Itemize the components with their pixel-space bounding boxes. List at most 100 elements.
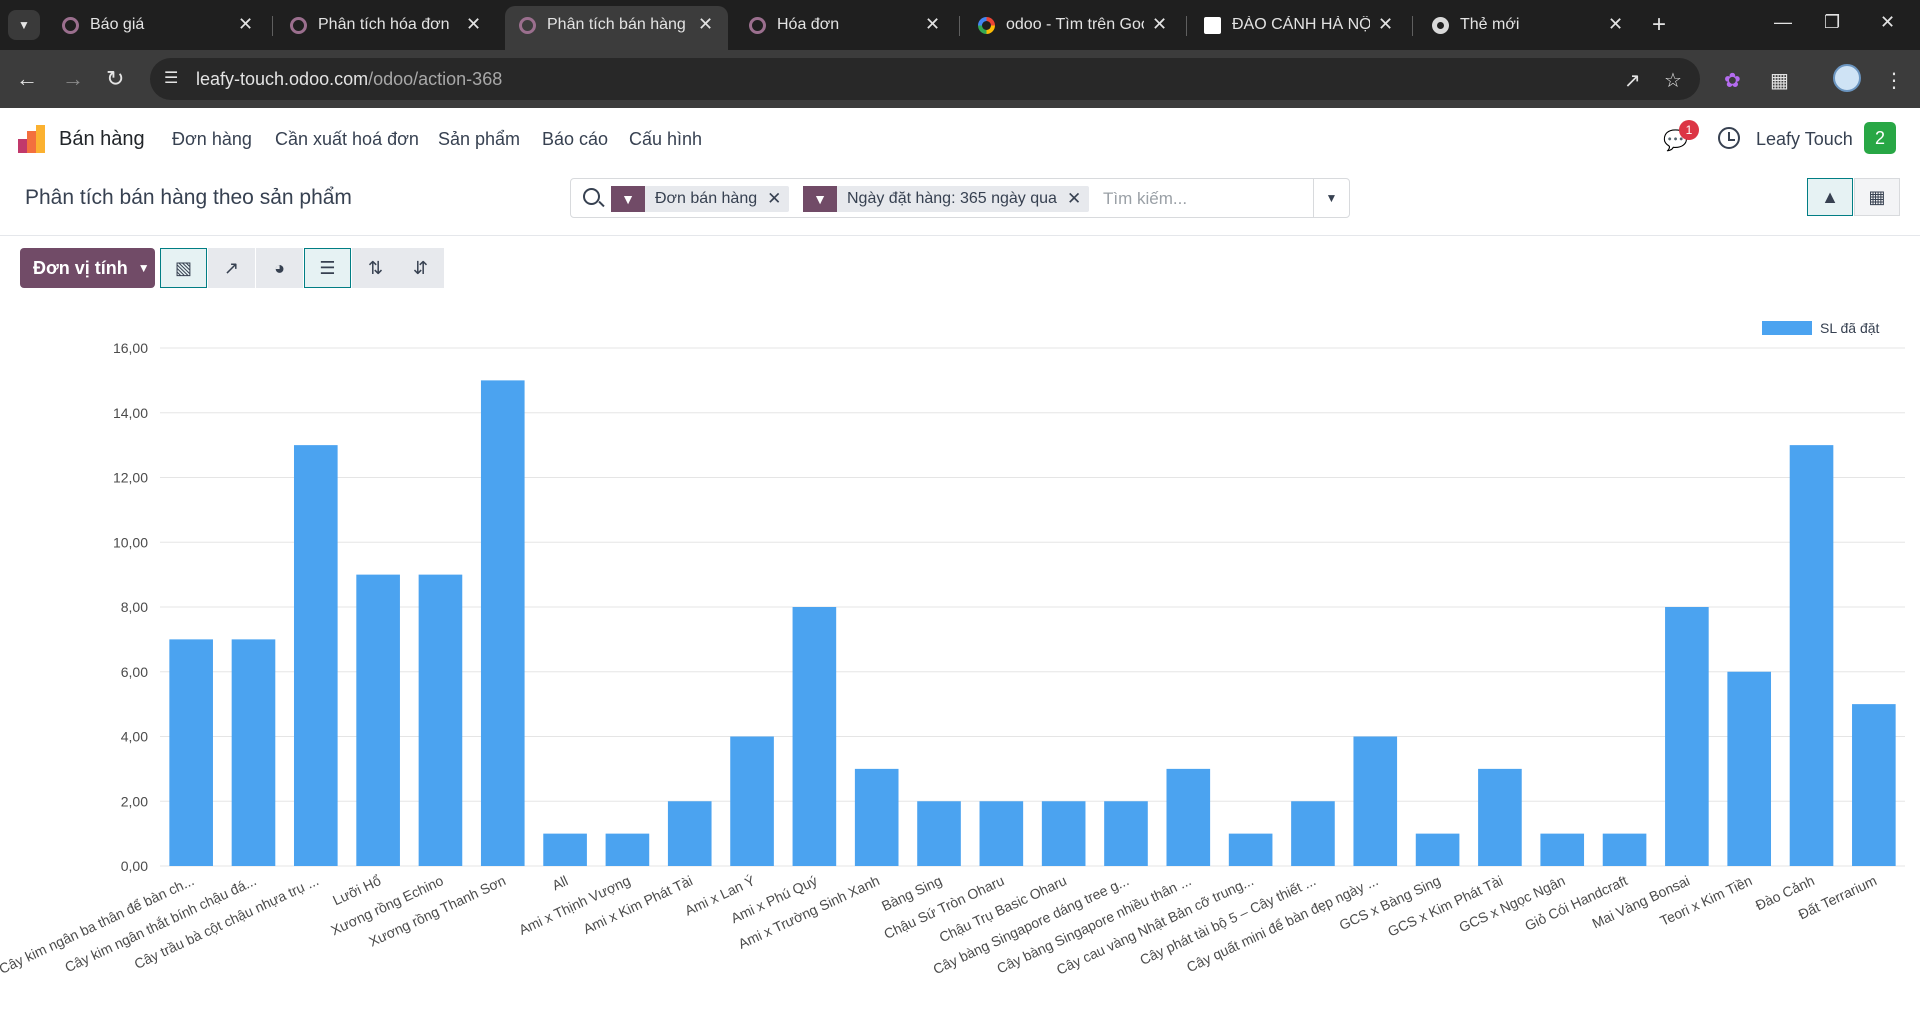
chart-bar[interactable]	[1415, 833, 1460, 866]
facet-remove-icon[interactable]: ✕	[767, 189, 789, 209]
chart-bar[interactable]	[1789, 445, 1834, 866]
tab-search-button[interactable]: ▼	[8, 10, 40, 40]
chart-bar[interactable]	[169, 639, 213, 866]
chart-bar[interactable]	[979, 801, 1024, 866]
tab-close-icon[interactable]: ✕	[925, 14, 940, 35]
browser-tab-title: odoo - Tìm trên Goo	[1006, 16, 1144, 33]
chat-badge: 1	[1679, 120, 1699, 140]
tab-close-icon[interactable]: ✕	[238, 14, 253, 35]
extensions-puzzle-icon[interactable]: ▦	[1770, 68, 1789, 93]
browser-tab[interactable]: Thẻ mới ✕	[1418, 6, 1638, 44]
forward-icon[interactable]: →	[62, 66, 84, 92]
menu-to-invoice[interactable]: Cần xuất hoá đơn	[275, 129, 419, 150]
tab-separator	[959, 16, 960, 36]
chart-bar[interactable]	[605, 833, 650, 866]
browser-tab-bar: ▼ Báo giá ✕ Phân tích hóa đơn ✕ Phân tích bá…	[0, 0, 1920, 50]
back-icon[interactable]: ←	[16, 66, 38, 92]
reload-icon[interactable]: ↻	[106, 66, 124, 92]
bookmark-star-icon[interactable]: ☆	[1664, 68, 1682, 93]
browser-tab[interactable]: odoo - Tìm trên Goo ✕	[964, 6, 1182, 44]
menu-products[interactable]: Sản phẩm	[438, 129, 520, 150]
user-menu[interactable]: Leafy Touch	[1756, 129, 1853, 150]
tab-close-icon[interactable]: ✕	[698, 14, 713, 35]
chart-bar[interactable]	[1540, 833, 1585, 866]
browser-toolbar: ← → ↻ ☰ leafy-touch.odoo.com/odoo/action…	[0, 50, 1920, 108]
chart-bar[interactable]	[917, 801, 961, 866]
chart-bar[interactable]	[1228, 833, 1273, 866]
facet-sales-order: ▼ Đơn bán hàng ✕	[611, 186, 790, 212]
profile-avatar[interactable]	[1833, 64, 1861, 92]
tab-close-icon[interactable]: ✕	[1152, 14, 1167, 35]
chart-bar[interactable]	[1166, 768, 1211, 866]
chart-bar[interactable]	[1852, 704, 1896, 866]
new-tab-button[interactable]: +	[1652, 11, 1666, 39]
y-tick-label: 4,00	[121, 729, 148, 745]
menu-orders[interactable]: Đơn hàng	[172, 129, 252, 150]
chart-bar[interactable]	[231, 639, 276, 866]
chart-bar[interactable]	[667, 801, 712, 866]
app-name[interactable]: Bán hàng	[59, 128, 145, 151]
browser-tab[interactable]: Báo giá ✕	[48, 6, 268, 44]
line-chart-button[interactable]: ↗	[208, 248, 255, 288]
search-options-toggle-icon[interactable]: ▼	[1313, 179, 1349, 217]
search-bar[interactable]: ▼ Đơn bán hàng ✕ ▼ Ngày đặt hàng: 365 ng…	[570, 178, 1350, 218]
chart-bar[interactable]	[480, 380, 525, 866]
chart-bar[interactable]	[356, 574, 400, 866]
company-badge[interactable]: 2	[1864, 122, 1896, 154]
sort-descending-button[interactable]: ⇅	[352, 248, 399, 288]
chart-bar[interactable]	[543, 833, 587, 866]
graph-view-button[interactable]: ▲	[1807, 178, 1853, 216]
x-tick-label: GCS x Ngọc Ngân	[1456, 872, 1567, 935]
measure-label: Đơn vị tính	[33, 257, 128, 278]
odoo-icon	[749, 17, 766, 34]
browser-tab[interactable]: ĐÀO CẢNH HÀ NỘI ✕	[1190, 6, 1408, 44]
pie-chart-button[interactable]: ◕	[256, 248, 303, 288]
stacked-button[interactable]: ☰	[304, 248, 351, 288]
chart-bar[interactable]	[1291, 801, 1335, 866]
menu-reporting[interactable]: Báo cáo	[542, 129, 608, 150]
chart-bar[interactable]	[293, 445, 338, 866]
site-settings-icon[interactable]: ☰	[164, 68, 184, 88]
caret-down-icon: ▼	[137, 261, 150, 275]
search-input[interactable]	[1103, 186, 1303, 212]
chart-bar[interactable]	[854, 768, 899, 866]
facet-order-date: ▼ Ngày đặt hàng: 365 ngày qua ✕	[803, 186, 1090, 212]
chart-bar[interactable]	[1353, 736, 1398, 867]
tab-close-icon[interactable]: ✕	[466, 14, 481, 35]
chrome-icon	[1432, 17, 1449, 34]
window-close-icon[interactable]: ✕	[1880, 12, 1895, 33]
browser-tab[interactable]: Phân tích bán hàng t ✕	[505, 6, 728, 50]
chart-bar[interactable]	[418, 574, 463, 866]
extension-brain-icon[interactable]: ✿	[1724, 68, 1741, 93]
sort-ascending-button[interactable]: ⇵	[397, 248, 444, 288]
bar-chart-button[interactable]: ▧	[160, 248, 207, 288]
chart-bar[interactable]	[1104, 801, 1148, 866]
tab-close-icon[interactable]: ✕	[1378, 14, 1393, 35]
measure-dropdown[interactable]: Đơn vị tính ▼	[20, 248, 155, 288]
search-icon[interactable]	[583, 188, 600, 205]
activity-clock-icon[interactable]	[1718, 127, 1740, 149]
browser-tab-title: Phân tích hóa đơn	[318, 16, 450, 33]
facet-remove-icon[interactable]: ✕	[1067, 189, 1089, 209]
chart-bar[interactable]	[1478, 768, 1522, 866]
chart-bar[interactable]	[1602, 833, 1647, 866]
browser-menu-icon[interactable]: ⋮	[1884, 68, 1904, 93]
browser-tab-title: Hóa đơn	[777, 16, 840, 33]
chart-bar[interactable]	[792, 607, 837, 866]
restore-icon[interactable]: ❐	[1824, 12, 1840, 33]
menu-configuration[interactable]: Cấu hình	[629, 129, 702, 150]
pivot-view-button[interactable]: ▦	[1854, 178, 1900, 216]
browser-tab[interactable]: Hóa đơn ✕	[735, 6, 955, 44]
tab-close-icon[interactable]: ✕	[1608, 14, 1623, 35]
open-in-app-icon[interactable]: ↗	[1624, 68, 1641, 93]
tab-separator	[1412, 16, 1413, 36]
chart-bar[interactable]	[1727, 671, 1772, 866]
address-bar[interactable]: ☰ leafy-touch.odoo.com/odoo/action-368 ↗…	[150, 58, 1700, 100]
chart-bar[interactable]	[730, 736, 774, 867]
chart-bar[interactable]	[1041, 801, 1086, 866]
chart-bar[interactable]	[1665, 607, 1709, 866]
browser-tab[interactable]: Phân tích hóa đơn ✕	[276, 6, 496, 44]
url-text[interactable]: leafy-touch.odoo.com/odoo/action-368	[196, 69, 502, 90]
sales-app-icon[interactable]	[18, 125, 46, 153]
minimize-icon[interactable]: —	[1774, 12, 1792, 33]
